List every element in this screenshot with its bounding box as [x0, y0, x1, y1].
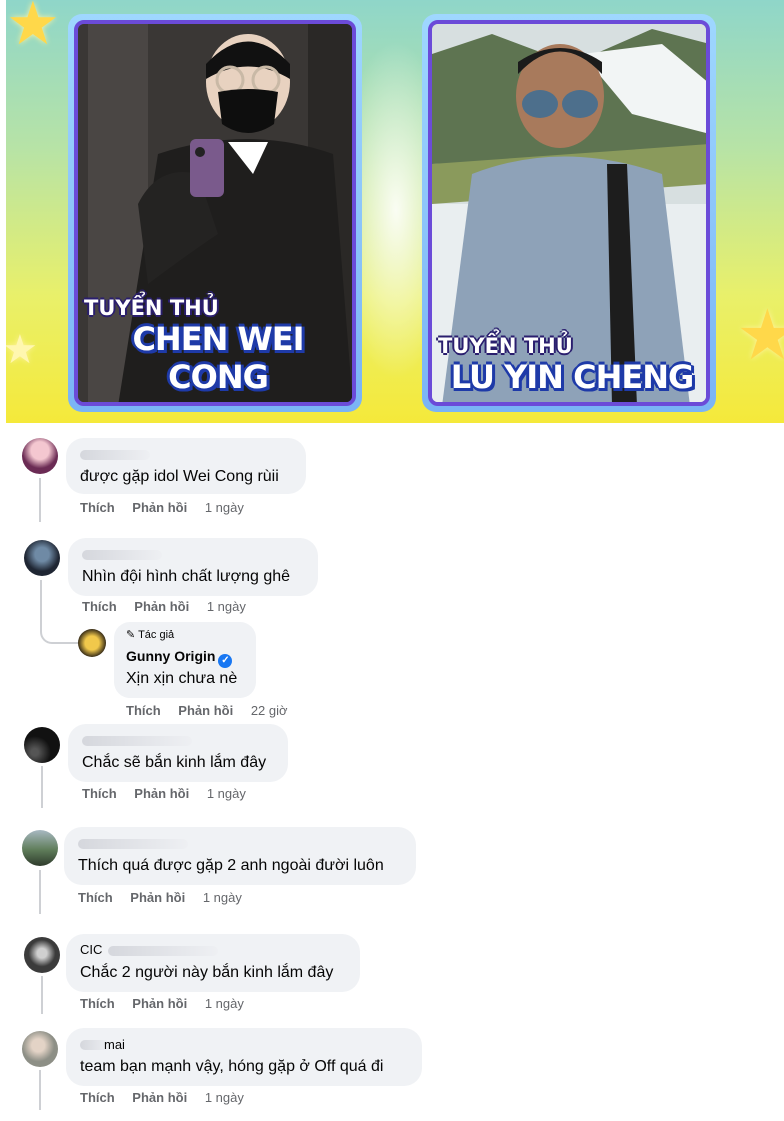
player-role-label: TUYỂN THỦ	[84, 296, 219, 320]
comment-time[interactable]: 1 ngày	[205, 996, 244, 1011]
avatar[interactable]	[22, 830, 58, 866]
like-button[interactable]: Thích	[82, 786, 117, 801]
reply-button[interactable]: Phản hồi	[134, 786, 189, 801]
commenter-name-blur	[108, 946, 218, 956]
comment-time[interactable]: 1 ngày	[205, 1090, 244, 1105]
reply-button[interactable]: Phản hồi	[132, 500, 187, 515]
like-button[interactable]: Thích	[126, 703, 161, 718]
thread-line	[39, 870, 41, 914]
player-name-label: LU YIN CHENG	[450, 358, 695, 396]
comment-bubble: Thích quá được gặp 2 anh ngoài đười luôn	[64, 827, 416, 885]
comment-text: Nhìn đội hình chất lượng ghê	[82, 568, 291, 585]
author-tag: ✎ Tác giả	[126, 628, 174, 641]
thread-line	[39, 1070, 41, 1110]
commenter-name[interactable]	[80, 450, 150, 460]
player-role-label: TUYỂN THỦ	[438, 334, 573, 358]
like-button[interactable]: Thích	[80, 500, 115, 515]
page-avatar[interactable]	[78, 629, 106, 657]
thread-line	[39, 478, 41, 522]
avatar[interactable]	[22, 1031, 58, 1067]
player-title-2: TUYỂN THỦ LU YIN CHENG	[438, 334, 706, 396]
player-card-2: TUYỂN THỦ LU YIN CHENG	[422, 14, 716, 412]
reply-button[interactable]: Phản hồi	[130, 890, 185, 905]
like-button[interactable]: Thích	[80, 1090, 115, 1105]
commenter-name[interactable]	[82, 550, 162, 560]
thread-line	[41, 766, 43, 808]
thread-line	[41, 976, 43, 1014]
comment-bubble: Chắc sẽ bắn kinh lắm đây	[68, 724, 288, 782]
star-decoration: ★	[736, 296, 784, 374]
comment-time[interactable]: 1 ngày	[207, 599, 246, 614]
comment-actions: Thích Phản hồi 1 ngày	[82, 599, 260, 614]
comment-bubble: mai team bạn mạnh vậy, hóng gặp ở Off qu…	[66, 1028, 422, 1086]
comment-text: Chắc sẽ bắn kinh lắm đây	[82, 754, 267, 771]
comment-actions: Thích Phản hồi 1 ngày	[80, 1090, 258, 1105]
verified-badge-icon: ✓	[218, 654, 233, 668]
commenter-name[interactable]	[82, 736, 192, 746]
comment-bubble: CIC Chắc 2 người này bắn kinh lắm đây	[66, 934, 360, 992]
player-title-1: TUYỂN THỦ CHEN WEI CONG	[84, 296, 352, 396]
player-card-1: TUYỂN THỦ CHEN WEI CONG	[68, 14, 362, 412]
avatar[interactable]	[24, 727, 60, 763]
comment-time[interactable]: 22 giờ	[251, 703, 288, 718]
comment-actions: Thích Phản hồi 1 ngày	[78, 890, 256, 905]
promo-banner: ★ ★ ★ TUYỂN THỦ CHEN WEI CONG TUYỂN THỦ …	[6, 0, 784, 423]
star-decoration: ★	[6, 0, 60, 57]
comment-time[interactable]: 1 ngày	[203, 890, 242, 905]
comment-text: Xịn xịn chưa nè	[126, 670, 238, 687]
author-name-label[interactable]: Gunny Origin	[126, 648, 215, 664]
comment-actions: Thích Phản hồi 1 ngày	[80, 996, 258, 1011]
comment-time[interactable]: 1 ngày	[205, 500, 244, 515]
commenter-name[interactable]: mai	[104, 1037, 125, 1052]
commenter-name[interactable]	[78, 839, 188, 849]
author-reply-bubble: ✎ Tác giả Gunny Origin ✓ Xịn xịn chưa nè	[114, 622, 256, 698]
comment-text: Chắc 2 người này bắn kinh lắm đây	[80, 964, 334, 981]
comment-text: được gặp idol Wei Cong rùii	[80, 468, 279, 485]
comment-actions: Thích Phản hồi 22 giờ	[126, 703, 302, 718]
reply-button[interactable]: Phản hồi	[132, 1090, 187, 1105]
author-tag-label: Tác giả	[138, 629, 175, 641]
avatar[interactable]	[24, 937, 60, 973]
like-button[interactable]: Thích	[80, 996, 115, 1011]
like-button[interactable]: Thích	[78, 890, 113, 905]
avatar[interactable]	[22, 438, 58, 474]
player-name-label: CHEN WEI CONG	[132, 320, 304, 396]
pencil-icon: ✎	[126, 629, 136, 641]
commenter-name[interactable]: CIC	[80, 942, 102, 957]
reply-button[interactable]: Phản hồi	[134, 599, 189, 614]
star-decoration: ★	[6, 328, 38, 372]
comment-text: team bạn mạnh vậy, hóng gặp ở Off quá đi	[80, 1058, 384, 1075]
reply-button[interactable]: Phản hồi	[178, 703, 233, 718]
comment-bubble: Nhìn đội hình chất lượng ghê	[68, 538, 318, 596]
comment-text: Thích quá được gặp 2 anh ngoài đười luôn	[78, 857, 384, 874]
reply-button[interactable]: Phản hồi	[132, 996, 187, 1011]
like-button[interactable]: Thích	[82, 599, 117, 614]
avatar[interactable]	[24, 540, 60, 576]
comment-actions: Thích Phản hồi 1 ngày	[80, 500, 258, 515]
comment-time[interactable]: 1 ngày	[207, 786, 246, 801]
author-name[interactable]: Gunny Origin ✓	[126, 648, 233, 668]
comment-bubble: được gặp idol Wei Cong rùii	[66, 438, 306, 494]
comment-actions: Thích Phản hồi 1 ngày	[82, 786, 260, 801]
